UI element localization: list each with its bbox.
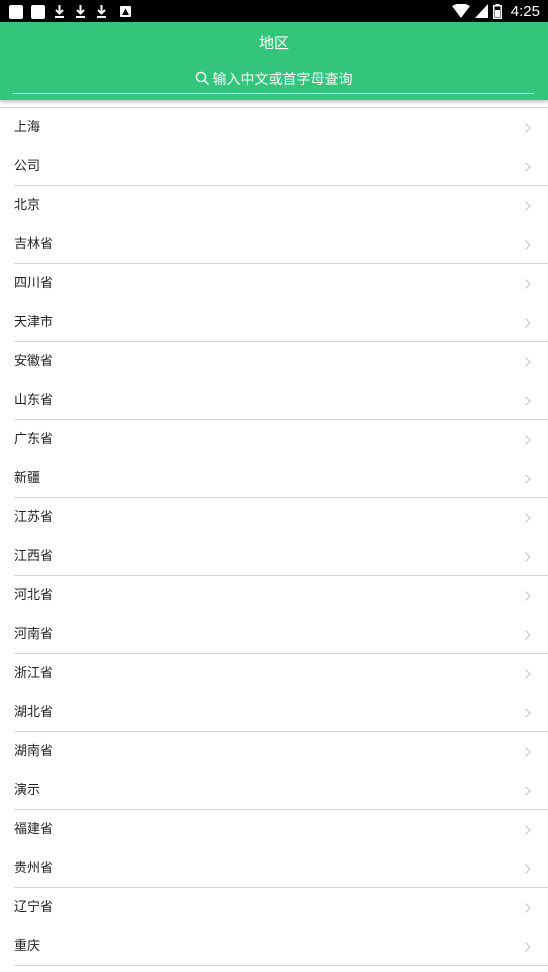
chevron-right-icon — [524, 824, 532, 836]
chevron-right-icon — [524, 551, 532, 563]
divider — [14, 965, 548, 966]
region-label: 河北省 — [14, 588, 54, 603]
list-item[interactable]: 辽宁省 — [0, 888, 548, 927]
list-item[interactable]: 重庆 — [0, 927, 548, 966]
cell-signal-icon — [474, 4, 488, 18]
region-label: 福建省 — [14, 822, 54, 837]
chevron-right-icon — [524, 473, 532, 485]
region-label: 辽宁省 — [14, 900, 54, 915]
region-label: 公司 — [14, 159, 41, 174]
list-item[interactable]: 贵州省 — [0, 849, 548, 888]
chevron-right-icon — [524, 668, 532, 680]
list-item[interactable]: 广东省 — [0, 420, 548, 459]
clock: 4:25 — [510, 2, 540, 20]
status-bar: 4:25 — [0, 0, 548, 22]
chevron-right-icon — [524, 356, 532, 368]
chevron-right-icon — [524, 746, 532, 758]
region-label: 四川省 — [14, 276, 54, 291]
notification-icons — [9, 4, 131, 19]
chevron-right-icon — [524, 590, 532, 602]
region-label: 安徽省 — [14, 354, 54, 369]
chevron-right-icon — [524, 941, 532, 953]
list-item[interactable]: 福建省 — [0, 810, 548, 849]
region-label: 贵州省 — [14, 861, 54, 876]
chevron-right-icon — [524, 395, 532, 407]
search-icon — [195, 71, 209, 86]
list-item[interactable]: 江西省 — [0, 537, 548, 576]
list-item[interactable]: 新疆 — [0, 459, 548, 498]
region-label: 天津市 — [14, 315, 54, 330]
chevron-right-icon — [524, 785, 532, 797]
app-header: 地区 输入中文或首字母查询 — [0, 22, 548, 100]
region-label: 浙江省 — [14, 666, 54, 681]
chevron-right-icon — [524, 122, 532, 134]
region-label: 山东省 — [14, 393, 54, 408]
region-label: 北京 — [14, 198, 41, 213]
list-item[interactable]: 四川省 — [0, 264, 548, 303]
chevron-right-icon — [524, 278, 532, 290]
region-label: 上海 — [14, 120, 41, 135]
region-label: 广东省 — [14, 432, 54, 447]
region-label: 江苏省 — [14, 510, 54, 525]
list-item[interactable]: 天津市 — [0, 303, 548, 342]
page-title: 地区 — [258, 34, 289, 52]
region-label: 江西省 — [14, 549, 54, 564]
chevron-right-icon — [524, 239, 532, 251]
wifi-icon — [451, 4, 470, 18]
list-item[interactable]: 公司 — [0, 147, 548, 186]
list-item[interactable]: 湖南省 — [0, 732, 548, 771]
region-label: 新疆 — [14, 471, 41, 486]
chevron-right-icon — [524, 512, 532, 524]
chevron-right-icon — [524, 434, 532, 446]
list-item[interactable]: 河北省 — [0, 576, 548, 615]
list-item[interactable]: 北京 — [0, 186, 548, 225]
region-label: 演示 — [14, 783, 41, 798]
list-item[interactable]: 演示 — [0, 771, 548, 810]
picture-icon — [120, 6, 131, 17]
square-notification-icon — [31, 4, 45, 19]
region-label: 湖南省 — [14, 744, 54, 759]
download-icon — [95, 4, 108, 19]
region-label: 吉林省 — [14, 237, 54, 252]
list-item[interactable]: 湖北省 — [0, 693, 548, 732]
chevron-right-icon — [524, 902, 532, 914]
download-icon — [74, 4, 87, 19]
list-item[interactable]: 河南省 — [0, 615, 548, 654]
search-placeholder: 输入中文或首字母查询 — [212, 71, 353, 88]
region-label: 重庆 — [14, 939, 41, 954]
chevron-right-icon — [524, 317, 532, 329]
list-item[interactable]: 上海 — [0, 108, 548, 147]
list-item[interactable]: 浙江省 — [0, 654, 548, 693]
region-label: 河南省 — [14, 627, 54, 642]
list-item[interactable]: 江苏省 — [0, 498, 548, 537]
chevron-right-icon — [524, 200, 532, 212]
chevron-right-icon — [524, 161, 532, 173]
chevron-right-icon — [524, 863, 532, 875]
list-item[interactable]: 安徽省 — [0, 342, 548, 381]
download-icon — [53, 4, 66, 19]
search-input[interactable]: 输入中文或首字母查询 — [13, 64, 534, 94]
square-notification-icon — [9, 4, 23, 19]
list-item[interactable]: 山东省 — [0, 381, 548, 420]
region-label: 湖北省 — [14, 705, 54, 720]
system-icons: 4:25 — [451, 2, 540, 20]
list-item[interactable]: 吉林省 — [0, 225, 548, 264]
battery-icon — [492, 3, 502, 19]
chevron-right-icon — [524, 707, 532, 719]
chevron-right-icon — [524, 629, 532, 641]
